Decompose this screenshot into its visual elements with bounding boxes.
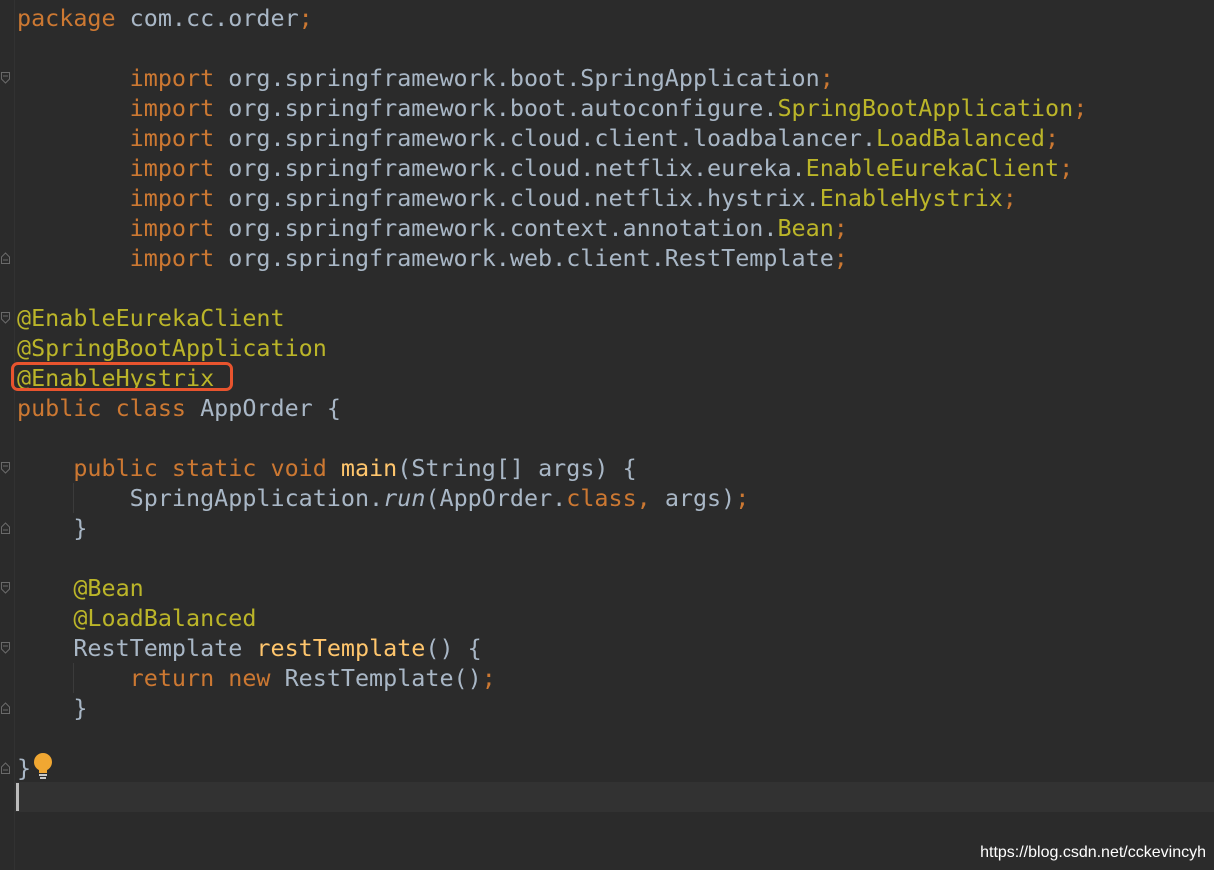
- code-line[interactable]: @Bean: [17, 573, 1087, 603]
- code-token: @EnableEurekaClient: [17, 304, 285, 332]
- code-token: }: [17, 694, 88, 722]
- fold-close-icon[interactable]: [1, 762, 10, 774]
- code-token: () {: [425, 634, 482, 662]
- code-token: ;: [735, 484, 750, 512]
- lightbulb-icon[interactable]: [32, 752, 54, 780]
- code-token: (AppOrder.: [425, 484, 567, 512]
- code-token: import: [17, 184, 215, 212]
- fold-close-icon[interactable]: [1, 522, 10, 534]
- code-line[interactable]: }: [17, 513, 1087, 543]
- code-token: LoadBalanced: [876, 124, 1046, 152]
- code-line[interactable]: public class AppOrder {: [17, 393, 1087, 423]
- code-line[interactable]: [17, 543, 1087, 573]
- code-token: import: [17, 214, 215, 242]
- editor-gutter[interactable]: [0, 0, 15, 870]
- code-line[interactable]: import org.springframework.boot.SpringAp…: [17, 63, 1087, 93]
- code-line[interactable]: [17, 273, 1087, 303]
- code-token: ;: [833, 244, 848, 272]
- code-token: (String[] args) {: [397, 454, 637, 482]
- code-line[interactable]: public static void main(String[] args) {: [17, 453, 1087, 483]
- code-token: EnableHystrix: [819, 184, 1003, 212]
- code-token: org.springframework.web.client.RestTempl…: [214, 244, 834, 272]
- fold-open-icon[interactable]: [1, 582, 10, 594]
- code-token: import: [17, 244, 215, 272]
- code-content[interactable]: package com.cc.order; import org.springf…: [17, 3, 1087, 783]
- code-token: package: [17, 4, 116, 32]
- code-token: ;: [1059, 154, 1074, 182]
- code-line[interactable]: package com.cc.order;: [17, 3, 1087, 33]
- fold-open-icon[interactable]: [1, 462, 10, 474]
- code-line[interactable]: @EnableEurekaClient: [17, 303, 1087, 333]
- code-token: return new: [17, 664, 271, 692]
- code-line[interactable]: import org.springframework.context.annot…: [17, 213, 1087, 243]
- code-token: public static void: [17, 454, 327, 482]
- code-line[interactable]: @LoadBalanced: [17, 603, 1087, 633]
- watermark-text: https://blog.csdn.net/cckevincyh: [980, 844, 1206, 861]
- code-token: org.springframework.boot.autoconfigure.: [214, 94, 778, 122]
- code-line[interactable]: import org.springframework.boot.autoconf…: [17, 93, 1088, 123]
- code-line[interactable]: }: [17, 693, 1087, 723]
- code-token: }: [17, 754, 32, 782]
- code-line[interactable]: @SpringBootApplication: [17, 333, 1087, 363]
- fold-open-icon[interactable]: [1, 312, 10, 324]
- code-token: class,: [566, 484, 665, 512]
- annotation-highlight-box: [11, 362, 233, 391]
- code-token: @SpringBootApplication: [17, 334, 327, 362]
- code-line[interactable]: import org.springframework.cloud.netflix…: [17, 153, 1087, 183]
- code-token: Bean: [777, 214, 834, 242]
- code-token: SpringApplication.: [17, 484, 384, 512]
- code-token: ;: [298, 4, 313, 32]
- code-line[interactable]: import org.springframework.cloud.client.…: [17, 123, 1087, 153]
- code-token: ;: [819, 64, 834, 92]
- code-token: }: [17, 514, 88, 542]
- code-token: @LoadBalanced: [17, 604, 257, 632]
- code-token: import: [17, 154, 215, 182]
- code-token: import: [17, 94, 215, 122]
- code-token: ;: [1073, 94, 1088, 122]
- code-token: org.springframework.cloud.netflix.eureka…: [214, 154, 806, 182]
- code-token: public class: [17, 394, 186, 422]
- code-token: org.springframework.context.annotation.: [214, 214, 778, 242]
- code-token: @Bean: [17, 574, 144, 602]
- code-token: ;: [833, 214, 848, 242]
- code-token: args): [664, 484, 736, 512]
- text-caret: [16, 783, 19, 811]
- code-token: RestTemplate: [17, 634, 257, 662]
- code-token: import: [17, 64, 215, 92]
- code-token: ;: [1002, 184, 1017, 212]
- code-line[interactable]: [17, 723, 1087, 753]
- fold-close-icon[interactable]: [1, 252, 10, 264]
- code-editor[interactable]: package com.cc.order; import org.springf…: [0, 0, 1214, 870]
- code-line[interactable]: [17, 423, 1087, 453]
- code-line[interactable]: import org.springframework.cloud.netflix…: [17, 183, 1087, 213]
- code-token: SpringBootApplication: [777, 94, 1074, 122]
- code-token: AppOrder {: [186, 394, 341, 422]
- code-token: org.springframework.cloud.netflix.hystri…: [214, 184, 820, 212]
- code-line[interactable]: SpringApplication.run(AppOrder.class, ar…: [17, 483, 1087, 513]
- code-token: com.cc.order: [115, 4, 299, 32]
- fold-open-icon[interactable]: [1, 72, 10, 84]
- code-line[interactable]: import org.springframework.web.client.Re…: [17, 243, 1087, 273]
- code-line[interactable]: }: [17, 753, 1087, 783]
- code-token: import: [17, 124, 215, 152]
- code-token: restTemplate: [256, 634, 426, 662]
- code-token: org.springframework.boot.SpringApplicati…: [214, 64, 820, 92]
- code-token: EnableEurekaClient: [805, 154, 1060, 182]
- code-token: org.springframework.cloud.client.loadbal…: [214, 124, 877, 152]
- code-token: ;: [1045, 124, 1060, 152]
- code-token: ;: [481, 664, 496, 692]
- code-token: main: [340, 454, 398, 482]
- code-line[interactable]: return new RestTemplate();: [17, 663, 1087, 693]
- current-line-highlight: [15, 782, 1214, 812]
- code-token: run: [383, 484, 426, 512]
- code-token: RestTemplate(): [270, 664, 482, 692]
- fold-close-icon[interactable]: [1, 702, 10, 714]
- code-line[interactable]: RestTemplate restTemplate() {: [17, 633, 1087, 663]
- fold-open-icon[interactable]: [1, 642, 10, 654]
- code-line[interactable]: [17, 33, 1087, 63]
